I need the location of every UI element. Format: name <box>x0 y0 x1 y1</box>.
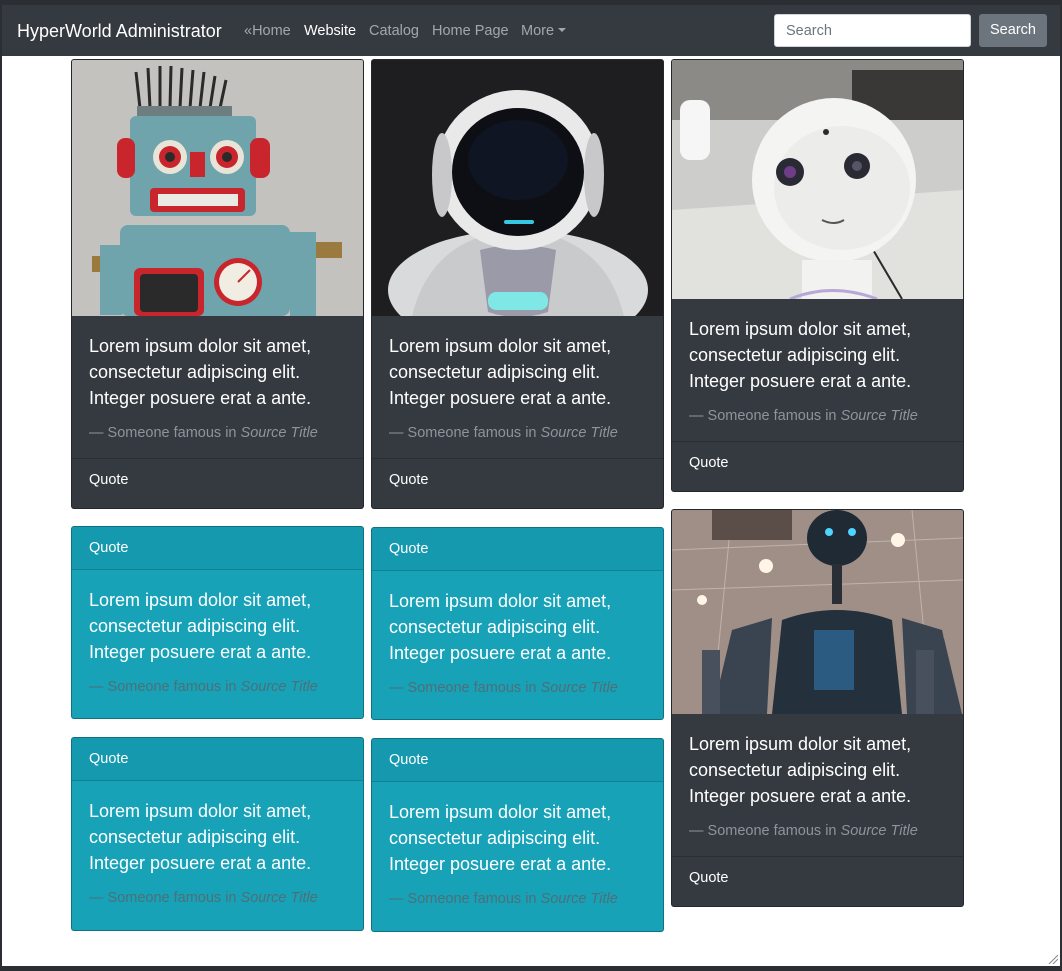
attribution-author: — Someone famous in <box>389 680 541 696</box>
top-navbar: HyperWorld Administrator «Home Website C… <box>2 5 1060 56</box>
attribution-author: — Someone famous in <box>689 408 841 424</box>
navbar-brand[interactable]: HyperWorld Administrator <box>17 20 222 42</box>
nav-link-home[interactable]: «Home <box>244 22 291 40</box>
nav-link-home-page[interactable]: Home Page <box>432 22 509 40</box>
white-humanoid-robot-photo <box>672 60 963 299</box>
quote-text: Lorem ipsum dolor sit amet, consectetur … <box>389 591 612 663</box>
quote-text: Lorem ipsum dolor sit amet, consectetur … <box>689 734 912 806</box>
card-header: Quote <box>72 527 363 570</box>
quote-attribution: — Someone famous in Source Title <box>89 678 346 696</box>
quote-text: Lorem ipsum dolor sit amet, consectetur … <box>389 802 612 874</box>
card-body: Lorem ipsum dolor sit amet, consectetur … <box>72 316 363 458</box>
card-body: Lorem ipsum dolor sit amet, consectetur … <box>372 316 663 458</box>
source-title: Source Title <box>840 823 918 839</box>
retro-tin-robot-photo <box>72 60 363 316</box>
quote-text: Lorem ipsum dolor sit amet, consectetur … <box>389 336 612 408</box>
card-header: Quote <box>372 528 663 571</box>
card-body: Lorem ipsum dolor sit amet, consectetur … <box>672 299 963 441</box>
attribution-author: — Someone famous in <box>389 425 541 441</box>
card-body: Lorem ipsum dolor sit amet, consectetur … <box>72 570 363 712</box>
attribution-author: — Someone famous in <box>389 891 541 907</box>
nav-link-website[interactable]: Website <box>304 22 356 40</box>
source-title: Source Title <box>240 425 318 441</box>
quote-attribution: — Someone famous in Source Title <box>389 679 646 697</box>
card-footer: Quote <box>672 441 963 484</box>
quote-card: Quote Lorem ipsum dolor sit amet, consec… <box>71 526 364 719</box>
card-body: Lorem ipsum dolor sit amet, consectetur … <box>372 571 663 713</box>
quote-attribution: — Someone famous in Source Title <box>389 890 646 908</box>
quote-text: Lorem ipsum dolor sit amet, consectetur … <box>89 590 312 662</box>
card-footer: Quote <box>72 458 363 501</box>
search-button[interactable]: Search <box>979 14 1047 47</box>
source-title: Source Title <box>240 679 318 695</box>
caret-down-icon <box>558 28 567 32</box>
quote-attribution: — Someone famous in Source Title <box>689 822 946 840</box>
card-header: Quote <box>72 738 363 781</box>
source-title: Source Title <box>540 425 618 441</box>
card-footer: Quote <box>672 856 963 899</box>
attribution-author: — Someone famous in <box>89 679 241 695</box>
search-input[interactable] <box>774 14 971 47</box>
card-body: Lorem ipsum dolor sit amet, consectetur … <box>672 714 963 856</box>
card-body: Lorem ipsum dolor sit amet, consectetur … <box>72 781 363 923</box>
industrial-robot-photo <box>672 510 963 714</box>
quote-card: Quote Lorem ipsum dolor sit amet, consec… <box>371 738 664 932</box>
quote-card: Quote Lorem ipsum dolor sit amet, consec… <box>371 527 664 720</box>
resize-grip-icon[interactable] <box>1048 954 1058 964</box>
nav-link-catalog[interactable]: Catalog <box>369 22 419 40</box>
card-footer: Quote <box>372 458 663 501</box>
quote-attribution: — Someone famous in Source Title <box>89 889 346 907</box>
quote-text: Lorem ipsum dolor sit amet, consectetur … <box>689 319 912 391</box>
nav-dropdown-more-label: More <box>521 23 555 39</box>
attribution-author: — Someone famous in <box>89 890 241 906</box>
attribution-author: — Someone famous in <box>89 425 241 441</box>
card-header: Quote <box>372 739 663 782</box>
attribution-author: — Someone famous in <box>689 823 841 839</box>
quote-card: Lorem ipsum dolor sit amet, consectetur … <box>671 509 964 907</box>
quote-attribution: — Someone famous in Source Title <box>689 407 946 425</box>
quote-card: Lorem ipsum dolor sit amet, consectetur … <box>371 59 664 509</box>
quote-attribution: — Someone famous in Source Title <box>89 424 346 442</box>
source-title: Source Title <box>840 408 918 424</box>
quote-text: Lorem ipsum dolor sit amet, consectetur … <box>89 801 312 873</box>
quote-card: Lorem ipsum dolor sit amet, consectetur … <box>71 59 364 509</box>
browser-viewport: HyperWorld Administrator «Home Website C… <box>2 5 1060 966</box>
quote-card: Lorem ipsum dolor sit amet, consectetur … <box>671 59 964 492</box>
nav-dropdown-more[interactable]: More <box>521 22 567 40</box>
card-body: Lorem ipsum dolor sit amet, consectetur … <box>372 782 663 924</box>
quote-text: Lorem ipsum dolor sit amet, consectetur … <box>89 336 312 408</box>
white-helmet-robot-photo <box>372 60 663 316</box>
quote-card: Quote Lorem ipsum dolor sit amet, consec… <box>71 737 364 931</box>
source-title: Source Title <box>540 680 618 696</box>
quote-attribution: — Someone famous in Source Title <box>389 424 646 442</box>
source-title: Source Title <box>240 890 318 906</box>
source-title: Source Title <box>540 891 618 907</box>
